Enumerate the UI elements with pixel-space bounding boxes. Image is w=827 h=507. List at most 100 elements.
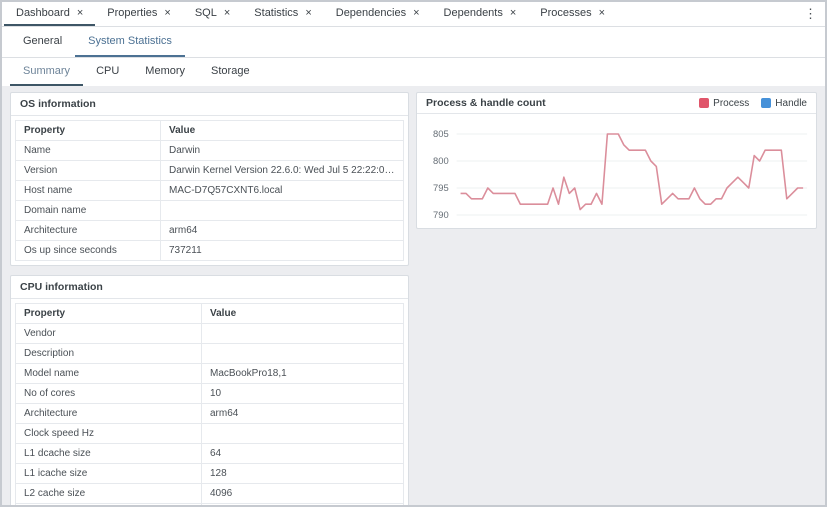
pgadmin-dashboard-window: Dashboard×Properties×SQL×Statistics×Depe… <box>0 0 827 507</box>
dashboard-tab-bar: General System Statistics <box>2 27 825 58</box>
os-information-panel: OS information PropertyValueNameDarwinVe… <box>10 92 409 266</box>
chart-title: Process & handle count <box>426 97 546 109</box>
property-cell: Os up since seconds <box>16 241 161 261</box>
value-cell <box>202 324 404 344</box>
dashboard-tabs: General System Statistics <box>10 27 185 57</box>
property-cell: L3 cache size <box>16 504 202 506</box>
value-cell: 128 <box>202 464 404 484</box>
tab-system-statistics[interactable]: System Statistics <box>75 27 185 57</box>
table-row: VersionDarwin Kernel Version 22.6.0: Wed… <box>16 161 404 181</box>
process-swatch-icon <box>699 98 709 108</box>
close-icon[interactable]: × <box>599 8 605 19</box>
tab-label: Summary <box>23 65 70 77</box>
value-cell: 64 <box>202 444 404 464</box>
table-row: Domain name <box>16 201 404 221</box>
cpu-information-table: PropertyValueVendorDescriptionModel name… <box>15 303 404 505</box>
tab-label: Dependencies <box>336 7 406 19</box>
close-icon[interactable]: × <box>77 8 83 19</box>
tab-label: Processes <box>540 7 591 19</box>
table-row: Clock speed Hz <box>16 424 404 444</box>
legend-label: Process <box>713 98 749 109</box>
tab-label: Storage <box>211 65 250 77</box>
value-cell <box>202 344 404 364</box>
value-cell: MAC-D7Q57CXNT6.local <box>161 181 404 201</box>
property-cell: L2 cache size <box>16 484 202 504</box>
property-cell: Model name <box>16 364 202 384</box>
property-cell: Name <box>16 141 161 161</box>
close-icon[interactable]: × <box>305 8 311 19</box>
tab-memory[interactable]: Memory <box>132 58 198 86</box>
table-row: NameDarwin <box>16 141 404 161</box>
value-cell: MacBookPro18,1 <box>202 364 404 384</box>
tab-label: Properties <box>107 7 157 19</box>
chart-column: Process & handle count Process Handle 805… <box>416 92 817 229</box>
table-row: No of cores10 <box>16 384 404 404</box>
column-header-value: Value <box>202 304 404 324</box>
y-axis-tick-label: 795 <box>433 183 449 194</box>
value-cell: 4096 <box>202 484 404 504</box>
process-line-series <box>461 134 804 210</box>
table-row: L3 cache size <box>16 504 404 506</box>
y-axis-tick-label: 805 <box>433 129 449 140</box>
property-cell: Architecture <box>16 404 202 424</box>
tab-label: Dependents <box>444 7 503 19</box>
info-column: OS information PropertyValueNameDarwinVe… <box>10 92 409 505</box>
process-handle-panel: Process & handle count Process Handle 805… <box>416 92 817 229</box>
column-header-property: Property <box>16 121 161 141</box>
tab-dependencies[interactable]: Dependencies × <box>324 2 432 26</box>
close-icon[interactable]: × <box>164 8 170 19</box>
column-header-value: Value <box>161 121 404 141</box>
close-icon[interactable]: × <box>224 8 230 19</box>
tab-properties[interactable]: Properties × <box>95 2 183 26</box>
tab-general[interactable]: General <box>10 27 75 57</box>
table-row: L1 icache size128 <box>16 464 404 484</box>
tab-processes[interactable]: Processes × <box>528 2 617 26</box>
tab-summary[interactable]: Summary <box>10 58 83 86</box>
tab-dependents[interactable]: Dependents × <box>432 2 529 26</box>
property-cell: Vendor <box>16 324 202 344</box>
value-cell: Darwin Kernel Version 22.6.0: Wed Jul 5 … <box>161 161 404 181</box>
legend-item-handle: Handle <box>761 98 807 109</box>
property-cell: Version <box>16 161 161 181</box>
value-cell: 10 <box>202 384 404 404</box>
table-row: Host nameMAC-D7Q57CXNT6.local <box>16 181 404 201</box>
table-row: Description <box>16 344 404 364</box>
editor-tab-bar: Dashboard×Properties×SQL×Statistics×Depe… <box>2 2 825 27</box>
chart-header: Process & handle count Process Handle <box>417 93 816 114</box>
close-icon[interactable]: × <box>413 8 419 19</box>
tab-dashboard[interactable]: Dashboard× <box>4 2 95 26</box>
property-cell: No of cores <box>16 384 202 404</box>
statistics-tab-bar: Summary CPU Memory Storage <box>2 58 825 86</box>
value-cell: arm64 <box>202 404 404 424</box>
dashboard-content: OS information PropertyValueNameDarwinVe… <box>2 86 825 505</box>
main-tabs: Dashboard×Properties×SQL×Statistics×Depe… <box>4 2 617 26</box>
tab-label: CPU <box>96 65 119 77</box>
tab-storage[interactable]: Storage <box>198 58 263 86</box>
tab-label: General <box>23 35 62 47</box>
legend-label: Handle <box>775 98 807 109</box>
value-cell: arm64 <box>161 221 404 241</box>
property-cell: Domain name <box>16 201 161 221</box>
os-information-table: PropertyValueNameDarwinVersionDarwin Ker… <box>15 120 404 261</box>
property-cell: L1 dcache size <box>16 444 202 464</box>
table-header-row: PropertyValue <box>16 304 404 324</box>
cpu-information-panel: CPU information PropertyValueVendorDescr… <box>10 275 409 505</box>
legend-item-process: Process <box>699 98 749 109</box>
handle-swatch-icon <box>761 98 771 108</box>
property-cell: Description <box>16 344 202 364</box>
tab-label: SQL <box>195 7 217 19</box>
tab-statistics[interactable]: Statistics× <box>242 2 323 26</box>
value-cell <box>202 504 404 506</box>
chart-legend: Process Handle <box>699 98 807 109</box>
tab-sql[interactable]: SQL × <box>183 2 242 26</box>
column-header-property: Property <box>16 304 202 324</box>
cpu-information-title: CPU information <box>11 276 408 299</box>
statistics-tabs: Summary CPU Memory Storage <box>10 58 263 86</box>
y-axis-tick-label: 790 <box>433 210 449 221</box>
value-cell: 737211 <box>161 241 404 261</box>
tab-cpu[interactable]: CPU <box>83 58 132 86</box>
close-icon[interactable]: × <box>510 8 516 19</box>
value-cell <box>161 201 404 221</box>
kebab-menu-icon[interactable]: ⋮ <box>796 2 825 26</box>
os-information-title: OS information <box>11 93 408 116</box>
